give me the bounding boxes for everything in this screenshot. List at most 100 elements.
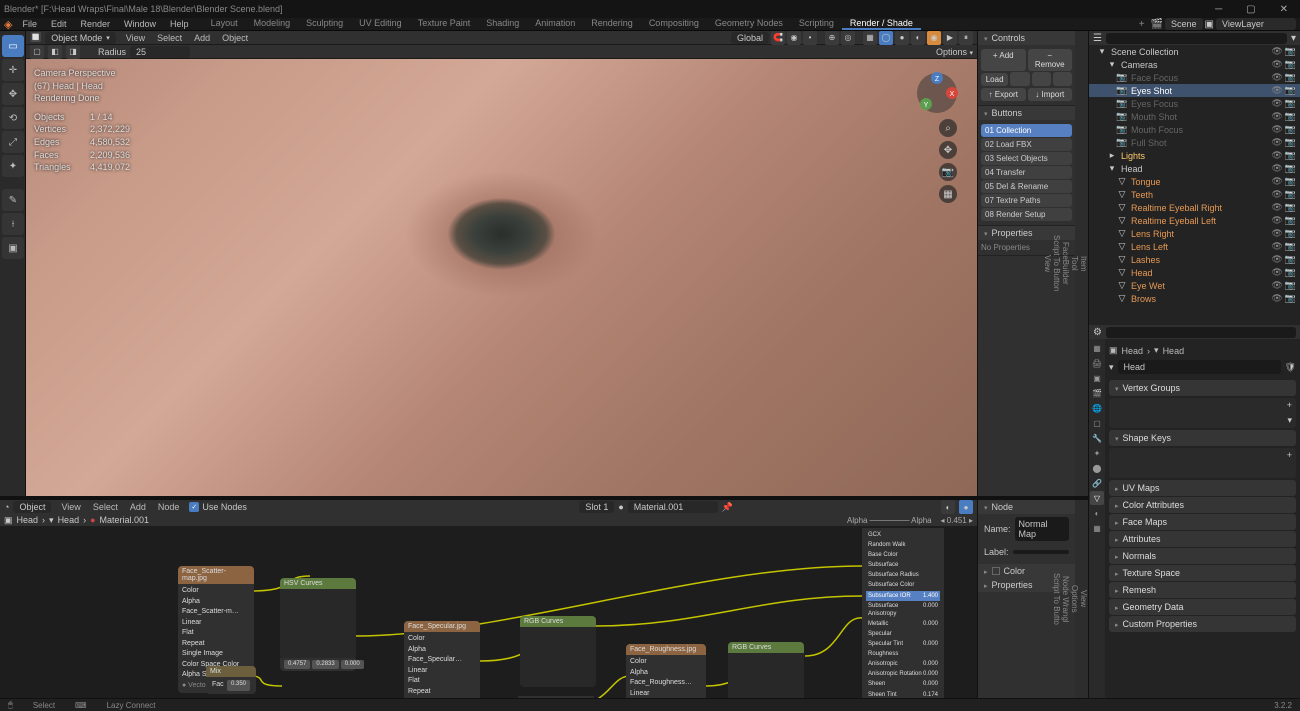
add-button[interactable]: + Add (981, 49, 1026, 71)
shading-rendered[interactable]: ◉ (927, 31, 941, 45)
vp-menu-view[interactable]: View (120, 33, 151, 43)
node-rgb-curves-2[interactable]: RGB Curves (728, 642, 804, 698)
editor-type-icon[interactable]: 🔲 (30, 32, 41, 43)
snap-toggle[interactable]: 🧲 (771, 31, 785, 45)
node-menu-select[interactable]: Select (87, 502, 124, 512)
select-tool[interactable]: ▭ (2, 35, 24, 57)
cursor-tool[interactable]: ✛ (2, 59, 24, 81)
viewport-canvas[interactable]: Camera Perspective(67) Head | HeadRender… (26, 59, 977, 496)
pivot-dropdown[interactable]: • (803, 31, 817, 45)
props-icon[interactable]: ⚙ (1093, 327, 1102, 338)
vp-menu-select[interactable]: Select (151, 33, 188, 43)
object-name-input[interactable]: Head (1118, 360, 1281, 374)
shading-matprev[interactable]: ◐ (911, 31, 925, 45)
node-hdr-icon-a[interactable]: ◐ (941, 500, 955, 514)
outliner-row[interactable]: ▾Scene Collection👁📷 (1089, 45, 1300, 58)
node-menu-add[interactable]: Add (124, 502, 152, 512)
outliner-row[interactable]: ▽Realtime Eyeball Left👁📷 (1089, 214, 1300, 227)
shape-keys-list[interactable]: + (1109, 448, 1296, 478)
prop-section[interactable]: Attributes (1109, 531, 1296, 547)
tab-scene2[interactable]: 🎬 (1090, 386, 1104, 400)
workspace-tab[interactable]: Sculpting (298, 18, 351, 30)
pan-icon[interactable]: ✥ (939, 141, 957, 159)
node-mix[interactable]: Mix Fac0.350 (206, 666, 256, 694)
mode-selector[interactable]: Object Mode ▾ (45, 32, 116, 44)
prop-section[interactable]: Normals (1109, 548, 1296, 564)
workspace-tab[interactable]: Animation (527, 18, 583, 30)
tab-texture[interactable]: ▦ (1090, 521, 1104, 535)
tab-particles[interactable]: ✦ (1090, 446, 1104, 460)
measure-tool[interactable]: ⟊ (2, 213, 24, 235)
n-panel-tabs[interactable]: Item Tool FaceBuilder Script To Button V… (1075, 31, 1088, 496)
outliner-row[interactable]: ▽Realtime Eyeball Right👁📷 (1089, 201, 1300, 214)
shape-keys-header[interactable]: Shape Keys (1109, 430, 1296, 446)
node-panel-tabs[interactable]: View Options Node Wrangl Script To Butto (1075, 500, 1088, 698)
material-selector[interactable]: Material.001 (628, 501, 718, 513)
workspace-tab[interactable]: Layout (203, 18, 246, 30)
vertex-groups-header[interactable]: Vertex Groups (1109, 380, 1296, 396)
prop-section[interactable]: Custom Properties (1109, 616, 1296, 632)
prop-section[interactable]: Face Maps (1109, 514, 1296, 530)
outliner-row[interactable]: 📷Face Focus👁📷 (1089, 71, 1300, 84)
shield-icon[interactable]: 🛡 (1285, 362, 1296, 373)
tab-item[interactable]: Item (1079, 31, 1088, 496)
tab-mesh-data[interactable]: ▽ (1090, 491, 1104, 505)
node-rgb-curves-1[interactable]: RGB Curves (520, 616, 596, 687)
camera-icon[interactable]: 📷 (939, 163, 957, 181)
add-workspace-button[interactable]: + (1133, 19, 1151, 30)
tab-wrangler[interactable]: Node Wrangl (1061, 500, 1070, 698)
menu-help[interactable]: Help (164, 19, 195, 29)
gizmo-toggle[interactable]: ⊕ (825, 31, 839, 45)
maximize-button[interactable]: ▢ (1238, 4, 1263, 15)
load-button[interactable]: Load (981, 73, 1008, 86)
menu-edit[interactable]: Edit (45, 19, 73, 29)
prop-section[interactable]: Texture Space (1109, 565, 1296, 581)
crumb-mat[interactable]: Material.001 (100, 515, 150, 525)
panel-icon-a[interactable] (1010, 72, 1029, 86)
node-canvas[interactable]: Face_Scatter-map.jpg ColorAlphaFace_Scat… (0, 526, 977, 698)
playback-play[interactable]: ▶ (943, 31, 957, 45)
outliner-row[interactable]: ▽Brows👁📷 (1089, 292, 1300, 305)
shading-wireframe[interactable]: ◯ (879, 31, 893, 45)
prop-section[interactable]: Color Attributes (1109, 497, 1296, 513)
tool-icon-a[interactable]: ▢ (30, 45, 44, 59)
vertex-groups-list[interactable]: +▾ (1109, 398, 1296, 428)
tab-facebuilder[interactable]: FaceBuilder (1061, 31, 1070, 496)
tab-material[interactable]: ◐ (1090, 506, 1104, 520)
crumb-obj[interactable]: Head (17, 515, 39, 525)
workspace-tab[interactable]: Shading (478, 18, 527, 30)
outliner-row[interactable]: ▽Head👁📷 (1089, 266, 1300, 279)
tab-viewlayer[interactable]: ▣ (1090, 371, 1104, 385)
props-search[interactable] (1106, 327, 1296, 338)
outliner-row[interactable]: ▽Eye Wet👁📷 (1089, 279, 1300, 292)
node-hdr-icon-b[interactable]: ● (959, 500, 973, 514)
menu-render[interactable]: Render (75, 19, 117, 29)
pin-icon[interactable]: 📌 (722, 502, 733, 513)
outliner-search[interactable] (1106, 33, 1287, 44)
workspace-tab[interactable]: Scripting (791, 18, 842, 30)
editor-type-icon[interactable]: ◔ (4, 502, 9, 512)
crumb-mesh[interactable]: Head (58, 515, 80, 525)
playback-pause[interactable]: ⏸ (959, 31, 973, 45)
scene-selector[interactable]: Scene (1165, 18, 1203, 30)
outliner-row[interactable]: ▾Head👁📷 (1089, 162, 1300, 175)
workspace-tab[interactable]: Rendering (583, 18, 641, 30)
outliner-row[interactable]: ▽Lens Left👁📷 (1089, 240, 1300, 253)
export-button[interactable]: ↑ Export (981, 88, 1026, 101)
outliner-tree[interactable]: ▾Scene Collection👁📷▾Cameras👁📷📷Face Focus… (1089, 45, 1300, 325)
slot-dropdown[interactable]: Slot 1 (579, 501, 614, 513)
outliner-row[interactable]: ▸Lights👁📷 (1089, 149, 1300, 162)
node-image-roughness[interactable]: Face_Roughness.jpg ColorAlphaFace_Roughn… (626, 644, 706, 698)
shading-solid[interactable]: ● (895, 31, 909, 45)
node-menu-node[interactable]: Node (152, 502, 186, 512)
tab-world[interactable]: 🌐 (1090, 401, 1104, 415)
proportional-edit[interactable]: ◉ (787, 31, 801, 45)
prop-section[interactable]: Geometry Data (1109, 599, 1296, 615)
outliner-row[interactable]: ▽Lashes👁📷 (1089, 253, 1300, 266)
tab-render[interactable]: ▦ (1090, 341, 1104, 355)
close-button[interactable]: ✕ (1272, 4, 1296, 15)
tab-script[interactable]: Script To Button (1052, 31, 1061, 496)
vp-menu-add[interactable]: Add (188, 33, 216, 43)
prop-section[interactable]: Remesh (1109, 582, 1296, 598)
transform-tool[interactable]: ✦ (2, 155, 24, 177)
